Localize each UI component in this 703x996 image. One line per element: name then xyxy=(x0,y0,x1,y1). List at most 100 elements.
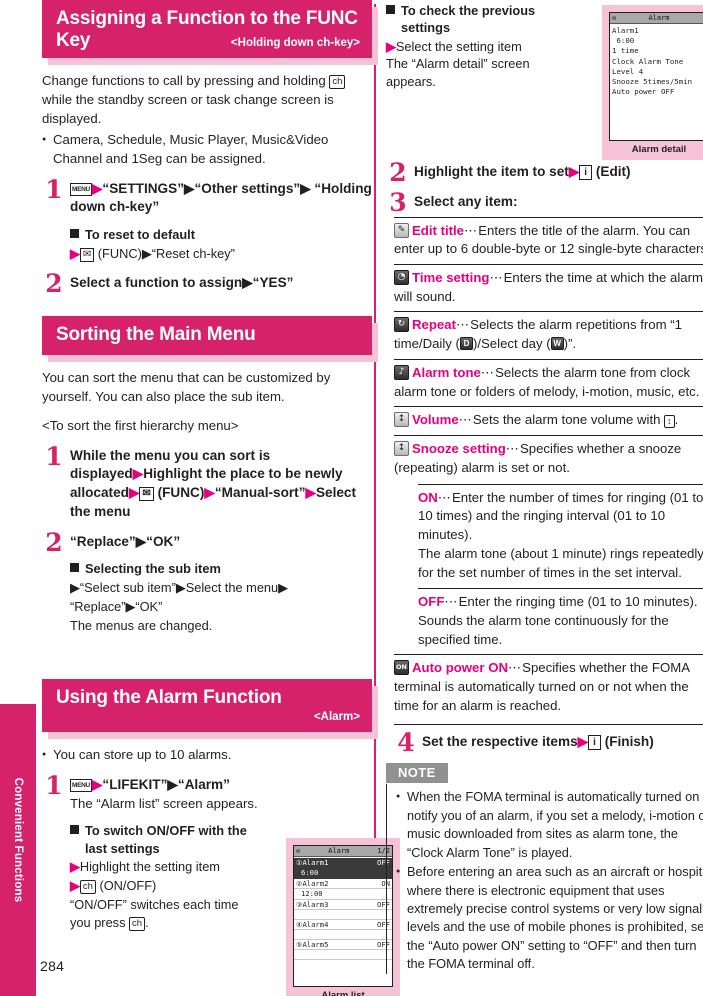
alarm-row-label: ⑤Alarm5 xyxy=(296,939,329,949)
alarm-row-spacer xyxy=(294,910,392,920)
intro-text-part1: Change functions to call by pressing and… xyxy=(42,73,326,89)
item-edit-title[interactable]: ✎ Edit title⋯Enters the title of the alar… xyxy=(394,216,703,259)
list-item[interactable]: ⑤Alarm5 OFF xyxy=(294,940,392,951)
arrow-icon: ▶ xyxy=(70,858,80,874)
alarm-list-status-bar: ✉ Alarm 1/2 xyxy=(294,845,392,857)
dots-separator: ⋯ xyxy=(437,489,452,505)
step-1-body: The “Alarm list” screen appears. xyxy=(70,795,258,811)
section-subtitle: <Alarm> xyxy=(313,711,360,724)
ch-key-glyph: ch xyxy=(129,917,146,932)
switch-onoff-text1: Highlight the setting item xyxy=(79,858,220,874)
snooze-option-on: ON⋯Enter the number of times for ringing… xyxy=(418,483,703,583)
select-sub-item-line2: “Replace”▶“OK” xyxy=(70,598,163,614)
alarm-detail-lines: Alarm1 6:00 1 time Clock Alarm Tone Leve… xyxy=(610,24,703,140)
item-term: Repeat xyxy=(412,317,456,333)
alarm-detail-caption: Alarm detail xyxy=(631,144,687,155)
list-item[interactable]: ④Alarm4 OFF xyxy=(294,920,392,931)
item-desc-b: . xyxy=(674,412,679,428)
right-column: To check the previous settings ▶ ▶ Select … xyxy=(386,0,703,975)
step-2-sorting: 2 “Replace”▶“OK” Selecting the sub item … xyxy=(42,530,372,635)
step-1-heading: While the menu you can sort is displayed… xyxy=(70,447,372,522)
step-3-heading: Select any item: xyxy=(414,193,518,209)
alarm-row-label: ③Alarm3 xyxy=(296,899,329,909)
prev-settings-block: To check the previous settings ▶▶Select … xyxy=(386,2,703,160)
item-auto-power-on[interactable]: ON Auto power ON⋯Specifies whether the FO… xyxy=(394,654,703,715)
daily-icon-glyph: D xyxy=(463,339,470,349)
arrow-icon: ▶ xyxy=(568,164,580,179)
dots-separator: ⋯ xyxy=(507,660,523,676)
step-number-2: 2 xyxy=(45,268,63,298)
arrow-icon: ▶ xyxy=(70,878,80,894)
item-volume[interactable]: ↕ Volume⋯Sets the alarm tone volume with … xyxy=(394,406,703,430)
alarm-detail-line: 1 time xyxy=(612,46,639,56)
sorting-intro: You can sort the menu that can be custom… xyxy=(42,370,331,405)
ch-key-glyph: ch xyxy=(329,75,346,90)
mail-key-glyph: ✉ xyxy=(139,487,154,502)
arrow-icon: ▶ xyxy=(204,485,215,501)
dots-separator: ⋯ xyxy=(444,594,459,610)
note-item: Before entering an area such as an aircr… xyxy=(396,863,703,974)
item-snooze-setting[interactable]: ↕ Snooze setting⋯Specifies whether a snoo… xyxy=(394,435,703,477)
list-item[interactable]: ①Alarm1 OFF xyxy=(294,857,392,869)
alarm-capacity-bullet: You can store up to 10 alarms. xyxy=(42,746,372,765)
alarm-detail-screenshot-block: ✉ Alarm Alarm1 6:00 1 time Clock Alarm T… xyxy=(602,5,703,160)
alarm-detail-line: 6:00 xyxy=(612,36,635,46)
item-term: Edit title xyxy=(412,222,465,238)
alarm-row-time: 6:00 xyxy=(294,868,392,879)
repeat-icon: ↻ xyxy=(394,317,409,333)
note-tag: NOTE xyxy=(386,763,448,784)
arrow-icon: ▶ xyxy=(91,180,103,196)
menu-key-glyph: MENU xyxy=(70,182,92,196)
item-alarm-tone[interactable]: ♪ Alarm tone⋯Selects the alarm tone from … xyxy=(394,358,703,401)
step-2-heading: Highlight the item to set▶ i (Edit) xyxy=(414,163,703,182)
sort-step-d: “Manual-sort” xyxy=(214,485,306,501)
alarm-list-screenshot-frame: ✉ Alarm 1/2 ①Alarm1 OFF 6:00 ②Alarm2 ON … xyxy=(286,837,400,996)
alarm-list-screen: ✉ Alarm 1/2 ①Alarm1 OFF 6:00 ②Alarm2 ON … xyxy=(293,844,393,987)
arrow-icon: ▶ xyxy=(91,776,103,792)
step-1-sorting: 1 While the menu you can sort is display… xyxy=(42,444,372,522)
switch-onoff-subhead: To switch ON/OFF with the last settings xyxy=(70,822,260,857)
select-sub-item-subhead: Selecting the sub item xyxy=(70,560,372,577)
select-day-icon-glyph: W xyxy=(553,339,561,349)
snooze-off-term: OFF xyxy=(418,594,445,610)
switch-onoff-text3b: . xyxy=(145,915,149,931)
item-term: Time setting xyxy=(412,269,490,285)
repeat-icon-glyph: ↻ xyxy=(397,319,406,330)
alarm-row-time: 12:00 xyxy=(294,889,392,900)
item-desc-b: )/Select day ( xyxy=(472,336,551,352)
alarm-settings-item-list: ✎ Edit title⋯Enters the title of the alar… xyxy=(394,216,703,716)
edit-title-icon: ✎ xyxy=(394,222,409,238)
step-number-1: 1 xyxy=(45,770,63,800)
select-day-icon: W xyxy=(550,337,564,351)
item-time-setting[interactable]: ◔ Time setting⋯Enters the time at which t… xyxy=(394,263,703,306)
list-item[interactable]: ②Alarm2 ON xyxy=(294,879,392,890)
page-number: 284 xyxy=(40,958,65,974)
list-item[interactable]: ③Alarm3 OFF xyxy=(294,900,392,911)
dots-separator: ⋯ xyxy=(480,364,496,380)
item-repeat[interactable]: ↻ Repeat⋯Selects the alarm repetitions fr… xyxy=(394,311,703,353)
reset-default-text: (FUNC)▶“Reset ch-key” xyxy=(97,245,235,261)
step-number-1: 1 xyxy=(45,174,63,204)
arrow-icon: ▶ xyxy=(132,466,144,482)
section-title: Using the Alarm Function xyxy=(56,687,282,709)
section-header-using-alarm: Using the Alarm Function <Alarm> xyxy=(42,679,378,740)
dots-separator: ⋯ xyxy=(455,317,471,333)
alarm-list-rows: ①Alarm1 OFF 6:00 ②Alarm2 ON 12:00 ③Alarm… xyxy=(294,857,392,986)
alarm-detail-title: Alarm xyxy=(648,14,670,22)
step-1-heading: MENU ▶“SETTINGS”▶“Other settings”▶ “Holdi… xyxy=(70,180,372,218)
step-3-alarm: 3 Select any item: xyxy=(386,190,703,215)
section-header-sorting-main-menu: Sorting the Main Menu xyxy=(42,316,378,363)
alarm-detail-screen: ✉ Alarm Alarm1 6:00 1 time Clock Alarm T… xyxy=(609,12,703,141)
snooze-off-desc2: Sounds the alarm tone continuously for t… xyxy=(418,612,669,647)
arrow-icon: ▶ xyxy=(386,38,396,54)
step-1-text: “LIFEKIT”▶“Alarm” xyxy=(102,776,230,792)
mail-icon: ✉ xyxy=(296,846,301,855)
step-2-alarm: 2 Highlight the item to set▶ i (Edit) xyxy=(386,160,703,185)
check-previous-settings-subhead: To check the previous settings xyxy=(386,2,581,37)
snooze-on-term: ON xyxy=(418,489,438,505)
step-2-text-b: (Edit) xyxy=(595,164,631,179)
auto-power-on-icon-glyph: ON xyxy=(396,663,407,672)
step-1-alarm: 1 MENU ▶“LIFEKIT”▶“Alarm” The “Alarm list… xyxy=(42,770,400,996)
step-1-text: “SETTINGS”▶“Other settings”▶ “Holding do… xyxy=(70,180,372,215)
note-block: NOTE When the FOMA terminal is automatic… xyxy=(386,763,703,974)
